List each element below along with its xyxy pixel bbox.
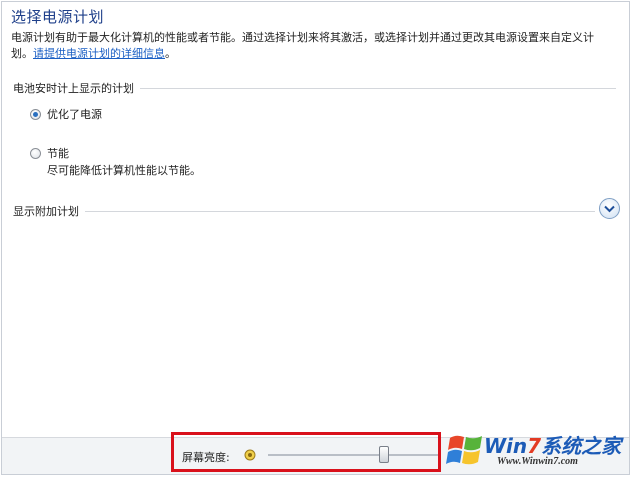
intro-text: 电源计划有助于最大化计算机的性能或者节能。通过选择计划来将其激活，或选择计划并通… [11, 30, 615, 62]
plan-radio-power-saver[interactable] [30, 147, 41, 159]
section-divider [140, 87, 616, 89]
watermark-brand: Win7系统之家 [484, 430, 621, 459]
brightness-highlight-box [171, 432, 441, 472]
additional-plans-heading[interactable]: 显示附加计划 [13, 203, 79, 219]
plan-option-power-saver[interactable]: 节能 [30, 145, 69, 161]
watermark-url: Www.Winwin7.com [497, 456, 578, 467]
windows-logo-icon [446, 435, 482, 465]
additional-plans-section[interactable]: 显示附加计划 [13, 203, 595, 219]
page-title: 选择电源计划 [11, 8, 105, 26]
watermark-brand-seven: 7 [527, 434, 542, 458]
plan-description-power-saver: 尽可能降低计算机性能以节能。 [47, 164, 201, 177]
watermark-brand-suffix: 系统之家 [541, 434, 622, 458]
intro-tail: 。 [165, 47, 176, 60]
expand-additional-plans-button[interactable] [599, 198, 620, 219]
watermark-brand-n: n [512, 434, 528, 458]
watermark-brand-prefix: Wi [484, 434, 513, 458]
battery-plans-heading: 电池安时计上显示的计划 [13, 82, 134, 95]
plan-label-balanced: 优化了电源 [47, 108, 102, 121]
plan-option-balanced[interactable]: 优化了电源 [30, 106, 102, 122]
plan-details-link[interactable]: 请提供电源计划的详细信息 [33, 47, 165, 60]
chevron-down-icon [604, 205, 615, 212]
power-plan-window [1, 1, 630, 475]
plan-radio-balanced[interactable] [30, 108, 41, 120]
plan-label-power-saver: 节能 [47, 147, 69, 160]
battery-plans-section: 电池安时计上显示的计划 [13, 80, 616, 96]
section-divider [85, 210, 595, 212]
